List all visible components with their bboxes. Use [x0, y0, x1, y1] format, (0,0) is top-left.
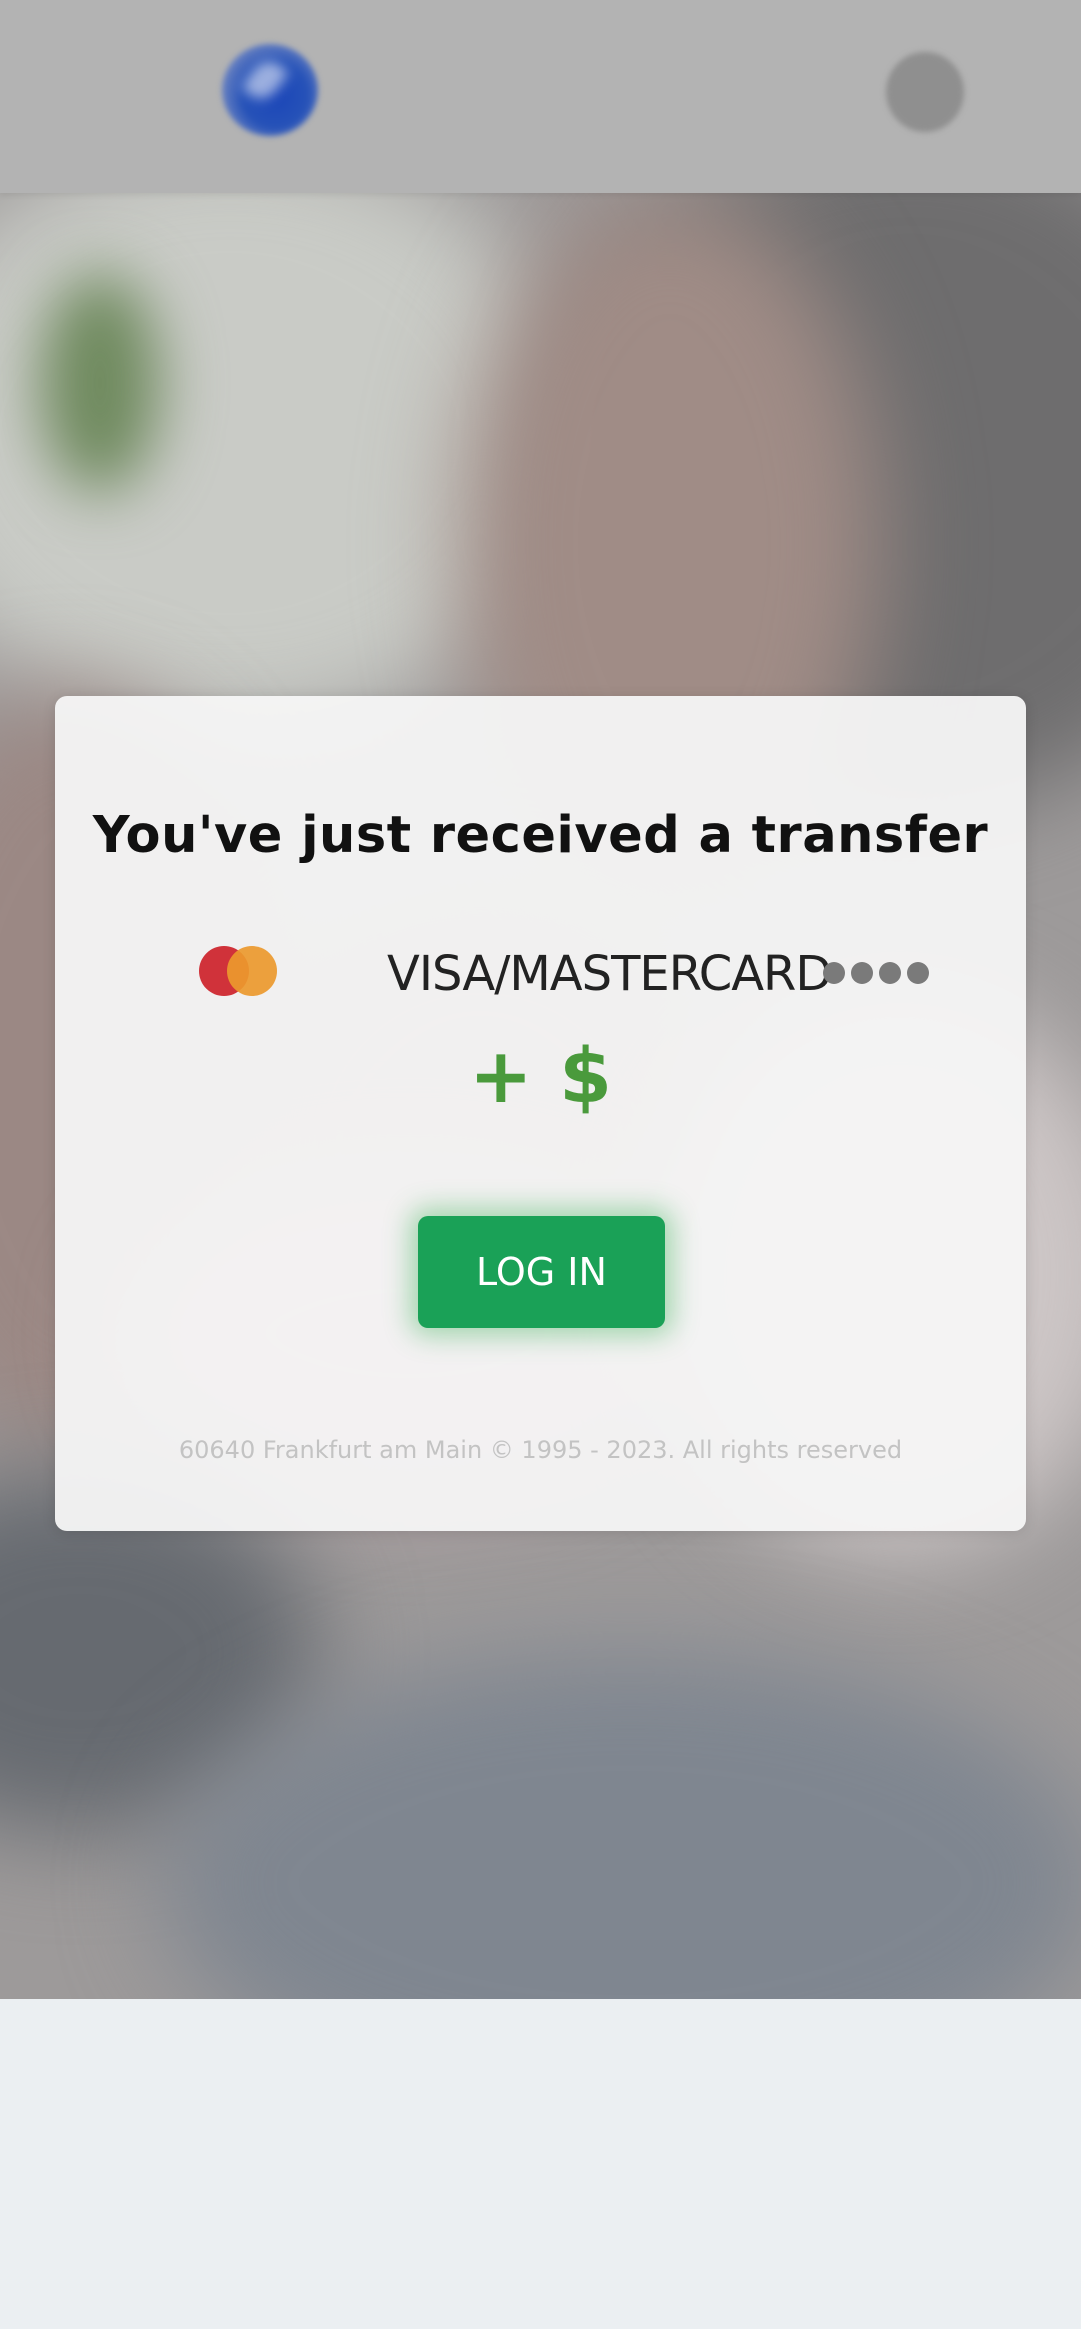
top-header [0, 0, 1081, 193]
mastercard-icon [199, 946, 279, 998]
masked-card-number [823, 962, 943, 986]
copyright-footer: 60640 Frankfurt am Main © 1995 - 2023. A… [178, 1436, 903, 1464]
mastercard-orange-circle [227, 946, 277, 996]
mask-dot [851, 962, 873, 984]
mask-dot [879, 962, 901, 984]
menu-icon[interactable] [886, 52, 964, 132]
card-title: You've just received a transfer [92, 806, 989, 865]
transfer-amount: + $ [468, 1031, 613, 1120]
card-info-row: VISA/MASTERCARD [199, 934, 939, 1014]
hero-background-image: You've just received a transfer VISA/MAS… [0, 193, 1081, 1999]
login-button[interactable]: LOG IN [418, 1216, 665, 1328]
mask-dot [907, 962, 929, 984]
mask-dot [823, 962, 845, 984]
transfer-notification-card: You've just received a transfer VISA/MAS… [55, 696, 1026, 1531]
card-label: VISA/MASTERCARD [387, 946, 832, 1002]
bg-blob [40, 273, 160, 493]
